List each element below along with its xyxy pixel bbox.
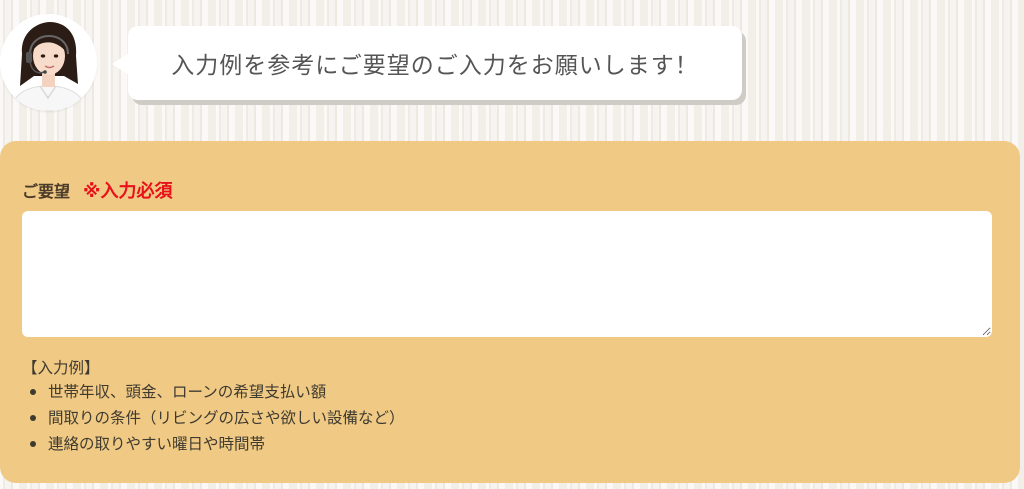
- list-item: 間取りの条件（リビングの広さや欲しい設備など）: [22, 405, 405, 431]
- request-form-panel: ご要望 ※入力必須 【入力例】 世帯年収、頭金、ローンの希望支払い額 間取りの条…: [0, 141, 1020, 483]
- list-item: 連絡の取りやすい曜日や時間帯: [22, 431, 405, 457]
- operator-headset-icon: [0, 14, 97, 111]
- speech-bubble-tail: [112, 53, 129, 75]
- bullet-icon: [30, 389, 36, 395]
- request-textarea[interactable]: [22, 211, 992, 337]
- list-item: 世帯年収、頭金、ローンの希望支払い額: [22, 379, 405, 405]
- example-text: 間取りの条件（リビングの広さや欲しい設備など）: [48, 409, 405, 427]
- instruction-message: 入力例を参考にご要望のご入力をお願いします！: [128, 26, 742, 100]
- operator-avatar: [0, 14, 97, 111]
- field-label-row: ご要望 ※入力必須: [22, 177, 173, 203]
- bullet-icon: [30, 441, 36, 447]
- speech-bubble: 入力例を参考にご要望のご入力をお願いします！: [112, 26, 742, 100]
- required-indicator: ※入力必須: [83, 181, 173, 202]
- example-text: 連絡の取りやすい曜日や時間帯: [48, 435, 266, 453]
- input-examples: 【入力例】 世帯年収、頭金、ローンの希望支払い額 間取りの条件（リビングの広さや…: [22, 355, 405, 457]
- example-text: 世帯年収、頭金、ローンの希望支払い額: [48, 383, 327, 401]
- examples-list: 世帯年収、頭金、ローンの希望支払い額 間取りの条件（リビングの広さや欲しい設備な…: [22, 379, 405, 457]
- bullet-icon: [30, 415, 36, 421]
- examples-heading: 【入力例】: [22, 359, 100, 377]
- field-label: ご要望: [22, 182, 71, 201]
